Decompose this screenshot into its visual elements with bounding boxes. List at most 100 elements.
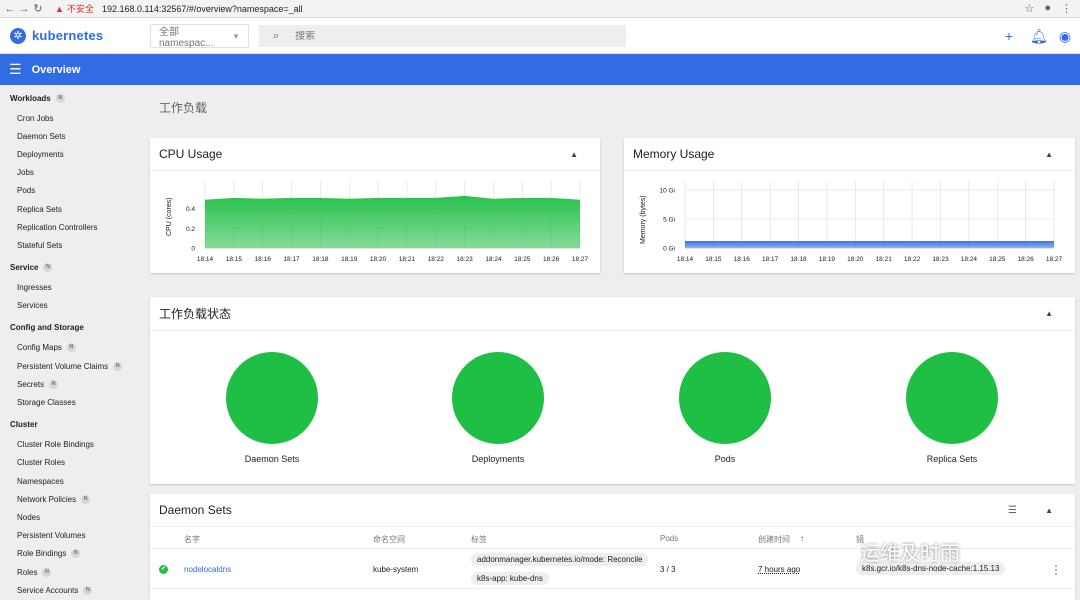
sidebar-item-persistent-volume-claims[interactable]: Persistent Volume Claims N	[0, 357, 138, 375]
collapse-icon[interactable]: ▲	[1045, 506, 1053, 515]
row-actions-menu-icon[interactable]: ⋮	[1050, 563, 1062, 577]
page-title: Overview	[31, 63, 81, 76]
menu-icon[interactable]: ☰	[9, 61, 22, 78]
x-tick-label: 18:26	[543, 256, 560, 263]
sidebar-section-service[interactable]: Service N	[0, 260, 138, 276]
namespace-cell: kube-system	[373, 565, 419, 574]
sidebar-item-jobs[interactable]: Jobs	[0, 164, 138, 182]
status-deployments[interactable]: Deployments	[423, 352, 573, 464]
x-tick-label: 18:24	[961, 256, 978, 263]
pods-cell: 3 / 3	[660, 565, 676, 574]
forward-icon[interactable]: →	[17, 3, 31, 15]
sidebar-item-label: Roles	[17, 567, 38, 577]
profile-icon[interactable]: ●	[1044, 2, 1051, 15]
namespaced-badge: N	[83, 585, 93, 595]
x-tick-label: 18:21	[876, 256, 893, 263]
browser-menu-icon[interactable]: ⋮	[1061, 2, 1072, 15]
watermark: 运维及时雨	[860, 543, 960, 565]
y-tick-label: 10 Gi	[659, 187, 675, 194]
sidebar-item-ingresses[interactable]: Ingresses	[0, 279, 138, 297]
y-tick-label: 0 Gi	[663, 246, 675, 253]
card-header: CPU Usage ▲	[150, 138, 600, 171]
sidebar-item-label: Deployments	[17, 149, 64, 159]
x-tick-label: 18:16	[255, 256, 272, 263]
sidebar-item-label: Role Bindings	[17, 549, 67, 559]
sidebar-item-stateful-sets[interactable]: Stateful Sets	[0, 236, 138, 254]
status-replica-sets[interactable]: Replica Sets	[877, 352, 1027, 464]
y-tick-label: 0.4	[186, 206, 195, 213]
sidebar-item-storage-classes[interactable]: Storage Classes	[0, 393, 138, 411]
sidebar-item-daemon-sets[interactable]: Daemon Sets	[0, 127, 138, 145]
sidebar-section-workloads[interactable]: Workloads N	[0, 90, 138, 106]
back-icon[interactable]: ←	[3, 3, 17, 15]
logo-text: kubernetes	[32, 28, 104, 43]
helm-wheel-icon: ✲	[10, 27, 26, 44]
column-header-namespace[interactable]: 命名空间	[373, 534, 405, 545]
memory-usage-card: Memory Usage ▲ Memory (bytes) 0 Gi 5 Gi 10…	[624, 138, 1075, 273]
search-bar[interactable]: ⌕	[259, 25, 626, 47]
sidebar-item-services[interactable]: Services	[0, 297, 138, 315]
column-header-pods: Pods	[660, 534, 679, 543]
sidebar-item-secrets[interactable]: Secrets N	[0, 375, 138, 393]
url-text[interactable]: 192.168.0.114:32567/#/overview?namespace…	[102, 4, 303, 14]
sort-arrow-up-icon[interactable]: ↑	[800, 534, 804, 543]
column-header-created[interactable]: 创建时间	[758, 534, 790, 545]
column-header-name[interactable]: 名字	[184, 534, 200, 545]
sidebar-item-role-bindings[interactable]: Role Bindings N	[0, 545, 138, 563]
status-daemon-sets[interactable]: Daemon Sets	[197, 352, 347, 464]
x-tick-label: 18:20	[847, 256, 864, 263]
sidebar-item-label: Service Accounts	[17, 585, 79, 595]
sidebar-item-nodes[interactable]: Nodes	[0, 508, 138, 526]
daemon-set-name-link[interactable]: nodelocaldns	[184, 565, 231, 574]
x-tick-label: 18:18	[790, 256, 807, 263]
collapse-icon[interactable]: ▲	[570, 150, 578, 159]
sidebar-item-service-accounts[interactable]: Service Accounts N	[0, 581, 138, 599]
sidebar-section-cluster[interactable]: Cluster	[0, 417, 138, 433]
sidebar-section-config-storage[interactable]: Config and Storage	[0, 320, 138, 336]
collapse-icon[interactable]: ▲	[1045, 309, 1053, 318]
app-header: ✲ kubernetes 全部 namespac... ▼ ⌕ + 🔔︎ ◉	[0, 18, 1080, 54]
collapse-icon[interactable]: ▲	[1045, 150, 1053, 159]
sidebar-item-label: Replication Controllers	[17, 222, 98, 232]
status-pie-chart	[452, 352, 544, 444]
workload-status-card: 工作负载状态 ▲ Daemon Sets Deployments Pods Re…	[150, 297, 1075, 484]
sidebar-item-label: Secrets	[17, 379, 45, 389]
sidebar-item-config-maps[interactable]: Config Maps N	[0, 339, 138, 357]
namespaced-badge: N	[55, 93, 65, 103]
sidebar-item-replica-sets[interactable]: Replica Sets	[0, 200, 138, 218]
x-tick-label: 18:15	[705, 256, 722, 263]
card-header: 工作负载状态 ▲	[150, 297, 1075, 331]
sidebar-item-cluster-role-bindings[interactable]: Cluster Role Bindings	[0, 436, 138, 454]
account-icon[interactable]: ◉	[1058, 28, 1072, 44]
sidebar-item-pods[interactable]: Pods	[0, 182, 138, 200]
search-input[interactable]	[295, 30, 596, 42]
sidebar-item-persistent-volumes[interactable]: Persistent Volumes	[0, 527, 138, 545]
sidebar-item-label: Jobs	[17, 168, 34, 178]
card-title: Daemon Sets	[159, 503, 232, 517]
add-icon[interactable]: +	[1002, 28, 1016, 44]
notifications-bell-icon[interactable]: 🔔︎	[1030, 28, 1048, 44]
x-tick-label: 18:25	[514, 256, 531, 263]
sidebar-item-roles[interactable]: Roles N	[0, 563, 138, 581]
filter-icon[interactable]: ☰	[1008, 505, 1017, 516]
sidebar-item-cron-jobs[interactable]: Cron Jobs	[0, 109, 138, 127]
reload-icon[interactable]: ↻	[31, 2, 45, 15]
sidebar-item-label: Cron Jobs	[17, 113, 54, 123]
browser-toolbar: ← → ↻ ▲ 不安全 192.168.0.114:32567/#/overvi…	[0, 0, 1080, 18]
kubernetes-logo[interactable]: ✲ kubernetes	[10, 27, 104, 44]
sidebar-item-deployments[interactable]: Deployments	[0, 145, 138, 163]
status-pods[interactable]: Pods	[650, 352, 800, 464]
sidebar-item-label: Daemon Sets	[17, 131, 66, 141]
page-toolbar: ☰ Overview	[0, 54, 1080, 85]
card-title: 工作负载状态	[159, 307, 232, 321]
address-bar[interactable]: ▲ 不安全 192.168.0.114:32567/#/overview?nam…	[55, 2, 303, 15]
status-label: Deployments	[471, 454, 525, 464]
x-tick-label: 18:19	[819, 256, 836, 263]
sidebar-item-network-policies[interactable]: Network Policies N	[0, 490, 138, 508]
namespace-select[interactable]: 全部 namespac... ▼	[150, 24, 249, 49]
card-header: Daemon Sets ☰ ▲	[150, 494, 1075, 527]
sidebar-item-replication-controllers[interactable]: Replication Controllers	[0, 218, 138, 236]
sidebar-item-cluster-roles[interactable]: Cluster Roles	[0, 454, 138, 472]
bookmark-star-icon[interactable]: ☆	[1024, 2, 1034, 15]
sidebar-item-namespaces[interactable]: Namespaces	[0, 472, 138, 490]
